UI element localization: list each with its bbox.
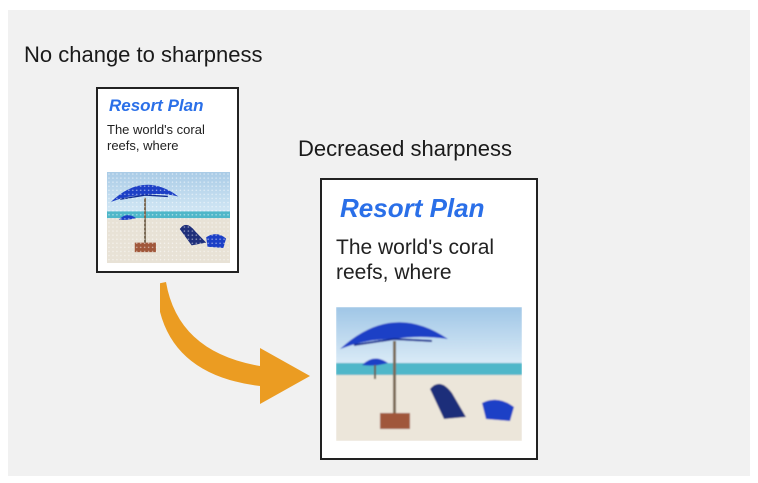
label-decreased: Decreased sharpness: [298, 136, 513, 161]
beach-photo-after: [336, 307, 522, 441]
beach-photo-before: [107, 172, 230, 263]
curved-arrow-icon: [160, 282, 310, 404]
document-after-body: The world's coral reefs, where: [336, 236, 495, 285]
document-before-title: Resort Plan: [109, 96, 204, 115]
document-after: Resort Plan The world's coral reefs, whe…: [320, 178, 538, 460]
document-before-body: The world's coral reefs, where: [107, 122, 205, 153]
document-before: Resort Plan The world's coral reefs, whe…: [96, 87, 239, 273]
label-no-change: No change to sharpness: [24, 42, 263, 67]
document-after-title: Resort Plan: [340, 193, 485, 223]
